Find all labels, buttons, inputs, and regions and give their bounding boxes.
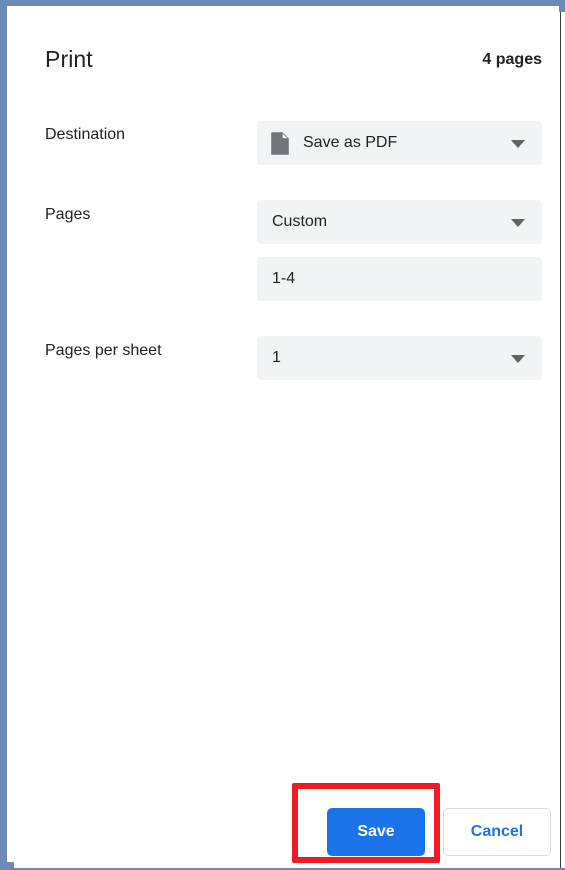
- pages-select[interactable]: Custom: [257, 200, 542, 244]
- save-button[interactable]: Save: [327, 808, 425, 856]
- window-content-area: Print 4 pages Destination Save as PDF Pa…: [14, 12, 565, 868]
- print-dialog: Print 4 pages Destination Save as PDF Pa…: [14, 12, 560, 868]
- browser-window-frame: Print 4 pages Destination Save as PDF Pa…: [0, 0, 565, 870]
- document-icon: [271, 132, 289, 155]
- custom-page-range-input[interactable]: 1-4: [257, 257, 542, 301]
- label-pages-per-sheet: Pages per sheet: [45, 342, 162, 359]
- dialog-right-edge-divider: [560, 12, 561, 868]
- chevron-down-icon[interactable]: [511, 355, 525, 363]
- label-pages: Pages: [45, 206, 91, 223]
- destination-select[interactable]: Save as PDF: [257, 121, 542, 165]
- destination-value: Save as PDF: [303, 134, 398, 151]
- label-destination: Destination: [45, 126, 126, 143]
- page-count-label: 4 pages: [482, 51, 542, 68]
- custom-page-range-value: 1-4: [272, 270, 296, 287]
- print-dialog-header: Print 4 pages: [14, 12, 560, 104]
- cancel-button[interactable]: Cancel: [443, 808, 551, 856]
- chevron-down-icon[interactable]: [511, 140, 525, 148]
- pages-per-sheet-value: 1: [272, 349, 281, 366]
- pages-per-sheet-select[interactable]: 1: [257, 336, 542, 380]
- chevron-down-icon[interactable]: [511, 219, 525, 227]
- page-title: Print: [45, 46, 93, 72]
- pages-value: Custom: [272, 213, 328, 230]
